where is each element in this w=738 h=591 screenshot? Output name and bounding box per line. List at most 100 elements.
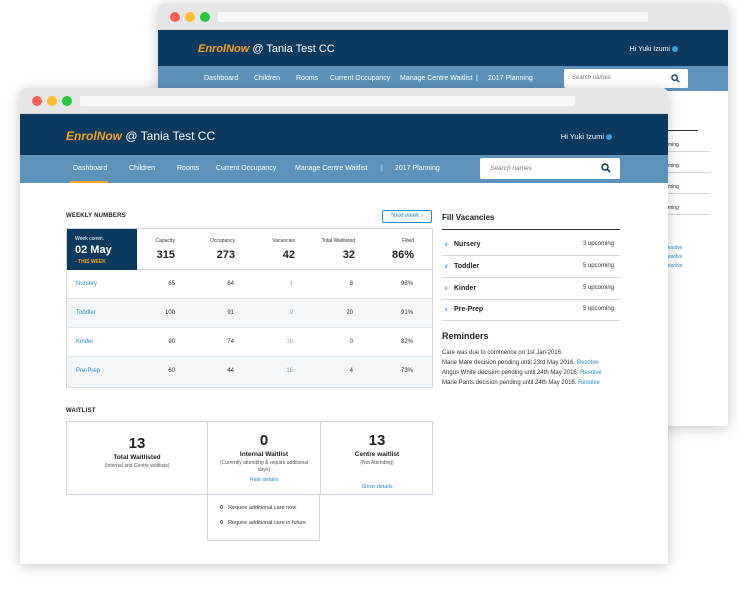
reminder-item: Marie Pants decision pending until 24th … [442, 380, 600, 386]
resolve-link[interactable]: esolve [668, 263, 682, 269]
next-week-button[interactable]: Next week › [382, 210, 432, 223]
fill-vacancy-item[interactable]: ∨ Kinder 5 upcoming [442, 279, 620, 300]
table-row[interactable]: Kinder 90 74 16 0 82% [67, 328, 432, 357]
reminders-title: Reminders [442, 331, 489, 341]
cell-capacity: 60 [168, 368, 175, 374]
minimize-dot-icon[interactable] [185, 12, 195, 22]
browser-chrome [20, 88, 668, 114]
detail-count: 0 [220, 505, 224, 511]
header-label: Total Waitlisted [321, 238, 355, 244]
gear-icon[interactable] [672, 46, 678, 53]
cell-waitlisted: 4 [349, 368, 353, 374]
nav-children[interactable]: Children [129, 165, 155, 172]
resolve-link[interactable]: esolve [668, 245, 682, 251]
app-logo[interactable]: EnrolNow @ Tania Test CC [66, 129, 215, 143]
minimize-dot-icon[interactable] [47, 96, 57, 106]
upcoming-count: 5 upcoming [582, 285, 614, 291]
chevron-down-icon: ∨ [444, 307, 449, 313]
chevron-down-icon: ∨ [444, 264, 449, 270]
close-dot-icon[interactable] [32, 96, 42, 106]
week-label: Week comm. [75, 236, 105, 242]
resolve-link[interactable]: Resolve [577, 360, 599, 366]
total-waitlisted-card: 13 Total Waitlisted (Internal and Centre… [67, 422, 207, 495]
divider [668, 130, 698, 131]
reminder-item: Care was due to commence on 1st Jan 2016… [442, 350, 563, 356]
cell-waitlisted: 8 [349, 281, 353, 287]
fill-vacancy-item[interactable]: ∨ Nursery 3 upcoming [442, 235, 620, 256]
address-bar[interactable] [218, 12, 648, 22]
maximize-dot-icon[interactable] [62, 96, 72, 106]
search-input[interactable]: Search names [564, 69, 688, 88]
greeting-text: Hi Yuki Izumi [560, 132, 604, 141]
cell-filled: 91% [400, 310, 413, 316]
header-value: 42 [282, 249, 295, 261]
nav-dashboard[interactable]: Dashboard [204, 75, 238, 82]
weekly-numbers-title: WEEKLY NUMBERS [66, 213, 126, 219]
maximize-dot-icon[interactable] [200, 12, 210, 22]
table-row[interactable]: Nursery 65 64 1 8 98% [67, 270, 432, 299]
nav-rooms[interactable]: Rooms [177, 165, 199, 172]
header-label: Filled [402, 238, 414, 244]
cell-filled: 98% [400, 281, 413, 287]
week-date: 02 May [75, 244, 112, 256]
show-details-link[interactable]: Show details [321, 484, 433, 490]
cell-vacancies: 16 [286, 368, 293, 374]
search-placeholder: Search names [490, 165, 532, 172]
reminder-item: Angus White decision pending until 24th … [442, 370, 602, 376]
app-logo[interactable]: EnrolNow @ Tania Test CC [198, 43, 335, 55]
header-value: 86% [391, 249, 414, 261]
hide-details-link[interactable]: Hide details [208, 477, 320, 483]
detail-count: 0 [220, 520, 224, 526]
reminder-item: Marie Mare decision pending until 23rd M… [442, 360, 598, 366]
resolve-link[interactable]: Resolve [580, 370, 602, 376]
search-input[interactable]: Search names [480, 158, 620, 179]
table-row[interactable]: Toddler 100 91 9 20 91% [67, 299, 432, 328]
capacity-header: Capacity 315 [115, 238, 175, 261]
fill-vacancy-item[interactable]: ∨ Pre-Prep 5 upcoming [442, 300, 620, 321]
vacancies-header: Vacancies 42 [235, 238, 295, 261]
internal-waitlist-details: 0 Require additional care now 0 Require ad… [207, 494, 320, 541]
search-icon[interactable] [601, 163, 611, 173]
room-link[interactable]: Kinder [76, 339, 93, 345]
search-icon[interactable] [671, 74, 680, 83]
address-bar[interactable] [80, 96, 575, 106]
nav-separator: | [381, 165, 383, 172]
room-link[interactable]: Toddler [76, 310, 96, 316]
table-row[interactable]: Pre-Prep 60 44 16 4 73% [67, 357, 432, 386]
filled-header: Filled 86% [354, 238, 414, 261]
nav-manage-centre-waitlist[interactable]: Manage Centre Waitlist [295, 165, 368, 172]
nav-current-occupancy[interactable]: Current Occupancy [330, 75, 390, 82]
gear-icon[interactable] [606, 134, 612, 141]
room-link[interactable]: Nursery [76, 281, 97, 287]
close-dot-icon[interactable] [170, 12, 180, 22]
nav-children[interactable]: Children [254, 75, 280, 82]
internal-waitlist-label: Internal Waitlist [239, 451, 289, 458]
total-waitlisted-label: Total Waitlisted [113, 454, 161, 461]
fill-vacancy-room: Pre-Prep [454, 306, 484, 313]
total-waitlisted-sub: (Internal and Centre waitlists) [104, 463, 170, 469]
search-placeholder: Search names [572, 75, 611, 81]
nav-manage-centre-waitlist[interactable]: Manage Centre Waitlist [400, 75, 473, 82]
detail-line: 0 Require additional care now [220, 505, 296, 512]
nav-2017-planning[interactable]: 2017 Planning [395, 165, 440, 172]
nav-current-occupancy[interactable]: Current Occupancy [216, 165, 276, 172]
nav-2017-planning[interactable]: 2017 Planning [488, 75, 533, 82]
list-item: ming [668, 163, 710, 173]
header-label: Vacancies [272, 238, 295, 244]
cell-filled: 73% [400, 368, 413, 374]
reminder-text: Marie Mare decision pending until 23rd M… [442, 360, 576, 366]
weekly-numbers-table: Week comm. 02 May - THIS WEEK Capacity 3… [66, 228, 433, 388]
cell-occupancy: 64 [227, 281, 234, 287]
room-link[interactable]: Pre-Prep [76, 368, 100, 374]
resolve-link[interactable]: Resolve [578, 380, 600, 386]
resolve-link[interactable]: esolve [668, 254, 682, 260]
user-greeting[interactable]: Hi Yuki Izumi [561, 132, 612, 141]
cell-capacity: 90 [168, 339, 175, 345]
nav-rooms[interactable]: Rooms [296, 75, 318, 82]
fill-vacancy-room: Kinder [454, 285, 477, 292]
header-label: Capacity [155, 238, 175, 244]
nav-dashboard[interactable]: Dashboard [73, 165, 107, 172]
fill-vacancy-item[interactable]: ∨ Toddler 5 upcoming [442, 257, 620, 278]
upcoming-count: 3 upcoming [582, 241, 614, 247]
user-greeting[interactable]: Hi Yuki Izumi [630, 46, 678, 53]
